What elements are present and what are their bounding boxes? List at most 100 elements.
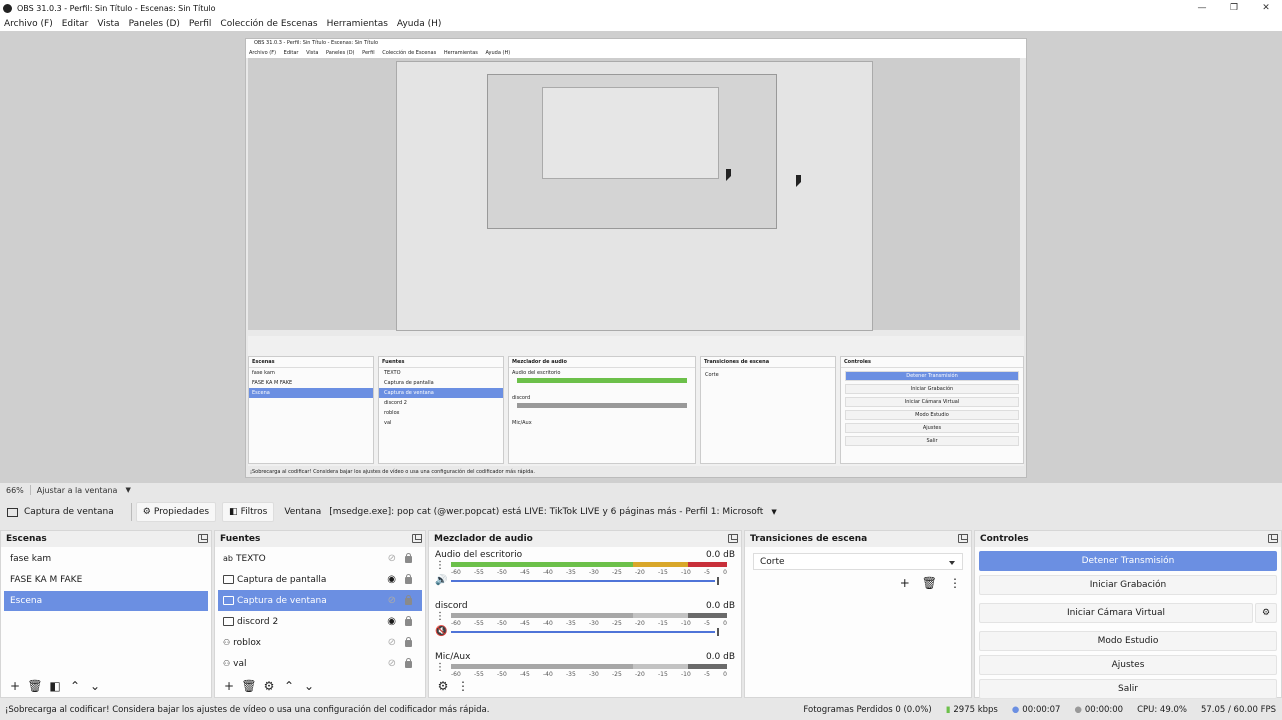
- preview-nested-dock-title: Controles: [841, 357, 1023, 368]
- chevron-down-icon[interactable]: ⌄: [299, 679, 319, 693]
- virtual-cam-settings-button[interactable]: ⚙: [1255, 603, 1277, 623]
- kebab-icon[interactable]: ⋮: [435, 560, 445, 571]
- scale-tick: -15: [658, 620, 668, 627]
- virtual-cam-row: Iniciar Cámara Virtual ⚙: [975, 599, 1281, 627]
- cursor-icon: [726, 169, 731, 181]
- source-name: TEXTO: [235, 553, 266, 564]
- mixer-channel: Audio del escritorio 0.0 dB -60 -55 -50 -45…: [429, 547, 741, 598]
- lock-icon[interactable]: [405, 553, 412, 563]
- volume-fader[interactable]: [451, 628, 719, 636]
- zoom-fit-select[interactable]: Ajustar a la ventana: [37, 486, 118, 495]
- scene-item[interactable]: Escena: [4, 591, 208, 611]
- cpu-usage: CPU: 49.0%: [1137, 705, 1187, 715]
- volume-fader[interactable]: [451, 577, 719, 585]
- lock-icon[interactable]: [405, 637, 412, 647]
- eye-off-icon[interactable]: ⊘: [388, 637, 396, 648]
- preview-canvas[interactable]: OBS 31.0.3 - Perfil: Sin Título - Escena…: [0, 31, 1282, 483]
- menu-coleccion[interactable]: Colección de Escenas: [220, 19, 317, 29]
- start-record-button[interactable]: Iniciar Grabación: [979, 575, 1277, 595]
- virtual-cam-button[interactable]: Iniciar Cámara Virtual: [979, 603, 1253, 623]
- status-stats: Fotogramas Perdidos 0 (0.0%) ▮ 2975 kbps…: [789, 705, 1276, 715]
- gear-icon: ⚙: [1261, 608, 1271, 618]
- scale-tick: 0: [723, 620, 727, 627]
- transition-select[interactable]: Corte: [753, 553, 963, 570]
- scene-item[interactable]: FASE KA M FAKE: [4, 570, 208, 590]
- studio-mode-button[interactable]: Modo Estudio: [979, 631, 1277, 651]
- cursor-icon: [796, 175, 801, 187]
- maximize-icon[interactable]: ❐: [1218, 0, 1250, 16]
- sources-footer: + 🗑 ⚙ ⌃ ⌄: [215, 675, 425, 697]
- scale-tick: -55: [474, 620, 484, 627]
- speaker-muted-icon[interactable]: 🔇: [435, 626, 447, 637]
- preview-nested-dock-title: Mezclador de audio: [509, 357, 695, 368]
- preview-nested-channel: Mic/Aux: [512, 420, 532, 426]
- source-item[interactable]: Captura de pantalla ◉: [218, 569, 422, 590]
- exit-button[interactable]: Salir: [979, 679, 1277, 699]
- menu-editar[interactable]: Editar: [62, 19, 89, 29]
- eye-off-icon[interactable]: ⊘: [388, 553, 396, 564]
- menu-perfil[interactable]: Perfil: [189, 19, 212, 29]
- preview-nested-dock-title: Escenas: [249, 357, 373, 368]
- source-item[interactable]: ⚇ val ⊘: [218, 653, 422, 674]
- meter-low: [451, 664, 634, 669]
- gear-icon[interactable]: ⚙: [433, 679, 453, 693]
- undock-icon[interactable]: [1268, 534, 1278, 543]
- chevron-up-icon[interactable]: ⌃: [279, 679, 299, 693]
- properties-button[interactable]: ⚙ Propiedades: [135, 502, 217, 522]
- settings-button[interactable]: Ajustes: [979, 655, 1277, 675]
- transition-actions: + 🗑 ⋮: [745, 576, 971, 590]
- source-item[interactable]: Captura de ventana ⊘: [218, 590, 422, 611]
- kebab-icon[interactable]: ⋮: [453, 679, 473, 693]
- kebab-icon[interactable]: ⋮: [435, 611, 445, 622]
- gear-icon[interactable]: ⚙: [259, 679, 279, 693]
- scale-tick: -55: [474, 569, 484, 576]
- chevron-down-icon[interactable]: ▼: [771, 508, 776, 516]
- lock-icon[interactable]: [405, 658, 412, 668]
- toolbar-source: Captura de ventana: [0, 502, 121, 522]
- eye-icon[interactable]: ◉: [387, 616, 396, 627]
- kebab-icon[interactable]: ⋮: [435, 662, 445, 673]
- menu-archivo[interactable]: Archivo (F): [4, 19, 53, 29]
- menu-ayuda[interactable]: Ayuda (H): [397, 19, 441, 29]
- undock-icon[interactable]: [412, 534, 422, 543]
- mixer-footer: ⚙ ⋮: [429, 675, 741, 697]
- menu-paneles[interactable]: Paneles (D): [129, 19, 180, 29]
- source-item[interactable]: discord 2 ◉: [218, 611, 422, 632]
- lock-icon[interactable]: [405, 574, 412, 584]
- monitor-icon: [223, 575, 234, 584]
- menu-herramientas[interactable]: Herramientas: [327, 19, 388, 29]
- lock-icon[interactable]: [405, 616, 412, 626]
- add-icon[interactable]: +: [900, 576, 910, 590]
- undock-icon[interactable]: [958, 534, 968, 543]
- lock-icon[interactable]: [405, 595, 412, 605]
- undock-icon[interactable]: [198, 534, 208, 543]
- trash-icon[interactable]: 🗑: [25, 679, 45, 693]
- minimize-icon[interactable]: —: [1186, 0, 1218, 16]
- filters-button[interactable]: ◧ Filtros: [222, 502, 275, 522]
- window-select[interactable]: [msedge.exe]: pop cat (@wer.popcat) está…: [329, 507, 763, 517]
- eye-off-icon[interactable]: ⊘: [388, 658, 396, 669]
- trash-icon[interactable]: 🗑: [239, 679, 259, 693]
- controls-dock: Controles Detener Transmisión Iniciar Gr…: [974, 530, 1282, 699]
- source-item[interactable]: ab TEXTO ⊘: [218, 548, 422, 569]
- kebab-icon[interactable]: ⋮: [949, 576, 961, 590]
- scene-item[interactable]: fase kam: [4, 549, 208, 569]
- chevron-down-icon[interactable]: ▼: [125, 486, 130, 494]
- speaker-icon[interactable]: 🔊: [435, 575, 447, 586]
- chevron-down-icon[interactable]: ⌄: [85, 679, 105, 693]
- eye-icon[interactable]: ◉: [387, 574, 396, 585]
- filter-icon[interactable]: ◧: [45, 679, 65, 693]
- source-item[interactable]: ⚇ roblox ⊘: [218, 632, 422, 653]
- undock-icon[interactable]: [728, 534, 738, 543]
- add-icon[interactable]: +: [5, 679, 25, 693]
- source-name: val: [233, 658, 247, 669]
- stop-stream-button[interactable]: Detener Transmisión: [979, 551, 1277, 571]
- scenes-dock-title: Escenas: [6, 534, 47, 544]
- chevron-up-icon[interactable]: ⌃: [65, 679, 85, 693]
- trash-icon[interactable]: 🗑: [922, 576, 937, 590]
- close-icon[interactable]: ✕: [1250, 0, 1282, 16]
- menu-vista[interactable]: Vista: [97, 19, 119, 29]
- eye-off-icon[interactable]: ⊘: [388, 595, 396, 606]
- preview-nested-source: Captura de pantalla: [384, 380, 434, 386]
- add-icon[interactable]: +: [219, 679, 239, 693]
